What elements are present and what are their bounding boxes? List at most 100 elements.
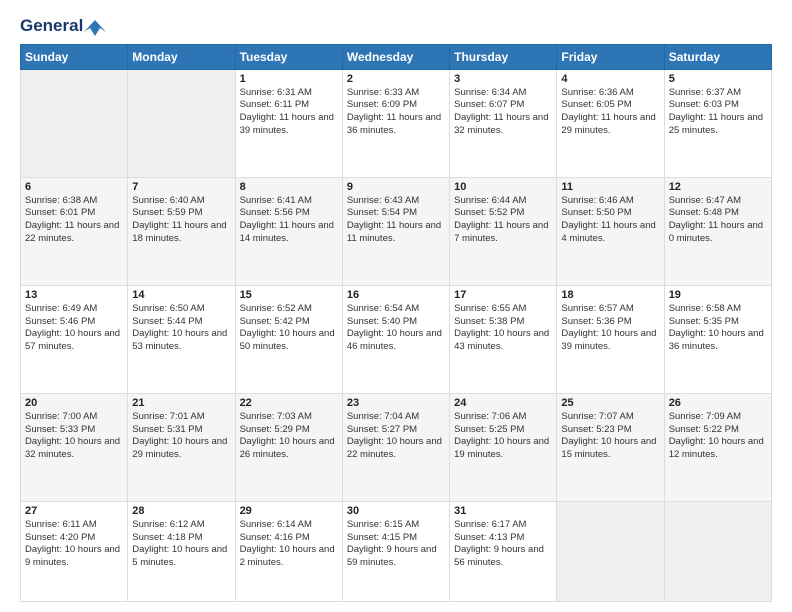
weekday-header-row: SundayMondayTuesdayWednesdayThursdayFrid… [21, 44, 772, 69]
day-number: 13 [25, 289, 123, 301]
logo-text: General [20, 16, 107, 36]
day-number: 8 [240, 181, 338, 193]
day-info: Sunrise: 6:17 AM Sunset: 4:13 PM Dayligh… [454, 519, 552, 570]
calendar-cell: 28 Sunrise: 6:12 AM Sunset: 4:18 PM Dayli… [128, 501, 235, 601]
weekday-header-tuesday: Tuesday [235, 44, 342, 69]
day-info: Sunrise: 7:07 AM Sunset: 5:23 PM Dayligh… [561, 411, 659, 462]
day-number: 23 [347, 397, 445, 409]
calendar-cell: 22 Sunrise: 7:03 AM Sunset: 5:29 PM Dayli… [235, 393, 342, 501]
calendar-cell: 25 Sunrise: 7:07 AM Sunset: 5:23 PM Dayli… [557, 393, 664, 501]
day-number: 4 [561, 73, 659, 85]
weekday-header-monday: Monday [128, 44, 235, 69]
day-number: 16 [347, 289, 445, 301]
day-info: Sunrise: 6:15 AM Sunset: 4:15 PM Dayligh… [347, 519, 445, 570]
day-info: Sunrise: 6:33 AM Sunset: 6:09 PM Dayligh… [347, 87, 445, 138]
day-number: 21 [132, 397, 230, 409]
day-info: Sunrise: 6:14 AM Sunset: 4:16 PM Dayligh… [240, 519, 338, 570]
day-info: Sunrise: 6:41 AM Sunset: 5:56 PM Dayligh… [240, 195, 338, 246]
day-number: 26 [669, 397, 767, 409]
calendar-cell: 3 Sunrise: 6:34 AM Sunset: 6:07 PM Daylig… [450, 69, 557, 177]
day-info: Sunrise: 6:47 AM Sunset: 5:48 PM Dayligh… [669, 195, 767, 246]
day-info: Sunrise: 6:12 AM Sunset: 4:18 PM Dayligh… [132, 519, 230, 570]
weekday-header-sunday: Sunday [21, 44, 128, 69]
calendar-cell: 31 Sunrise: 6:17 AM Sunset: 4:13 PM Dayli… [450, 501, 557, 601]
day-info: Sunrise: 6:31 AM Sunset: 6:11 PM Dayligh… [240, 87, 338, 138]
day-info: Sunrise: 7:01 AM Sunset: 5:31 PM Dayligh… [132, 411, 230, 462]
day-number: 1 [240, 73, 338, 85]
day-number: 22 [240, 397, 338, 409]
calendar-cell [557, 501, 664, 601]
day-number: 11 [561, 181, 659, 193]
day-number: 2 [347, 73, 445, 85]
calendar-cell: 4 Sunrise: 6:36 AM Sunset: 6:05 PM Daylig… [557, 69, 664, 177]
day-number: 24 [454, 397, 552, 409]
day-number: 19 [669, 289, 767, 301]
calendar-cell: 7Sunrise: 6:40 AM Sunset: 5:59 PM Daylig… [128, 177, 235, 285]
calendar-cell: 19Sunrise: 6:58 AM Sunset: 5:35 PM Dayli… [664, 285, 771, 393]
calendar-cell: 11 Sunrise: 6:46 AM Sunset: 5:50 PM Dayli… [557, 177, 664, 285]
weekday-header-wednesday: Wednesday [342, 44, 449, 69]
day-number: 5 [669, 73, 767, 85]
calendar-cell: 17 Sunrise: 6:55 AM Sunset: 5:38 PM Dayli… [450, 285, 557, 393]
day-number: 15 [240, 289, 338, 301]
day-info: Sunrise: 6:11 AM Sunset: 4:20 PM Dayligh… [25, 519, 123, 570]
calendar-cell: 8 Sunrise: 6:41 AM Sunset: 5:56 PM Daylig… [235, 177, 342, 285]
calendar-cell: 24 Sunrise: 7:06 AM Sunset: 5:25 PM Dayli… [450, 393, 557, 501]
day-info: Sunrise: 6:54 AM Sunset: 5:40 PM Dayligh… [347, 303, 445, 354]
day-number: 27 [25, 505, 123, 517]
calendar-table: SundayMondayTuesdayWednesdayThursdayFrid… [20, 44, 772, 602]
header: General [20, 16, 772, 34]
calendar-cell: 23 Sunrise: 7:04 AM Sunset: 5:27 PM Dayli… [342, 393, 449, 501]
calendar-cell [664, 501, 771, 601]
day-number: 17 [454, 289, 552, 301]
day-info: Sunrise: 6:57 AM Sunset: 5:36 PM Dayligh… [561, 303, 659, 354]
logo: General [20, 16, 107, 34]
calendar-cell: 5 Sunrise: 6:37 AM Sunset: 6:03 PM Daylig… [664, 69, 771, 177]
calendar-cell [21, 69, 128, 177]
calendar-cell: 20 Sunrise: 7:00 AM Sunset: 5:33 PM Dayli… [21, 393, 128, 501]
day-info: Sunrise: 7:09 AM Sunset: 5:22 PM Dayligh… [669, 411, 767, 462]
day-info: Sunrise: 7:00 AM Sunset: 5:33 PM Dayligh… [25, 411, 123, 462]
day-info: Sunrise: 7:06 AM Sunset: 5:25 PM Dayligh… [454, 411, 552, 462]
calendar-page: General SundayMondayTuesdayWednesdayThur… [0, 0, 792, 612]
weekday-header-thursday: Thursday [450, 44, 557, 69]
day-info: Sunrise: 6:49 AM Sunset: 5:46 PM Dayligh… [25, 303, 123, 354]
day-number: 28 [132, 505, 230, 517]
day-info: Sunrise: 6:43 AM Sunset: 5:54 PM Dayligh… [347, 195, 445, 246]
calendar-cell: 18 Sunrise: 6:57 AM Sunset: 5:36 PM Dayli… [557, 285, 664, 393]
day-number: 31 [454, 505, 552, 517]
day-number: 6 [25, 181, 123, 193]
calendar-cell [128, 69, 235, 177]
day-number: 10 [454, 181, 552, 193]
day-number: 29 [240, 505, 338, 517]
day-info: Sunrise: 6:36 AM Sunset: 6:05 PM Dayligh… [561, 87, 659, 138]
calendar-cell: 2 Sunrise: 6:33 AM Sunset: 6:09 PM Daylig… [342, 69, 449, 177]
calendar-cell: 27 Sunrise: 6:11 AM Sunset: 4:20 PM Dayli… [21, 501, 128, 601]
calendar-cell: 9Sunrise: 6:43 AM Sunset: 5:54 PM Daylig… [342, 177, 449, 285]
weekday-header-friday: Friday [557, 44, 664, 69]
day-info: Sunrise: 6:46 AM Sunset: 5:50 PM Dayligh… [561, 195, 659, 246]
calendar-cell: 30 Sunrise: 6:15 AM Sunset: 4:15 PM Dayli… [342, 501, 449, 601]
calendar-cell: 13 Sunrise: 6:49 AM Sunset: 5:46 PM Dayli… [21, 285, 128, 393]
calendar-cell: 6 Sunrise: 6:38 AM Sunset: 6:01 PM Daylig… [21, 177, 128, 285]
weekday-header-saturday: Saturday [664, 44, 771, 69]
day-info: Sunrise: 6:37 AM Sunset: 6:03 PM Dayligh… [669, 87, 767, 138]
day-info: Sunrise: 6:55 AM Sunset: 5:38 PM Dayligh… [454, 303, 552, 354]
calendar-cell: 16 Sunrise: 6:54 AM Sunset: 5:40 PM Dayli… [342, 285, 449, 393]
day-number: 20 [25, 397, 123, 409]
day-info: Sunrise: 7:04 AM Sunset: 5:27 PM Dayligh… [347, 411, 445, 462]
day-info: Sunrise: 6:44 AM Sunset: 5:52 PM Dayligh… [454, 195, 552, 246]
day-number: 25 [561, 397, 659, 409]
day-number: 14 [132, 289, 230, 301]
logo-bird-icon [84, 18, 106, 36]
day-number: 3 [454, 73, 552, 85]
calendar-cell: 26 Sunrise: 7:09 AM Sunset: 5:22 PM Dayli… [664, 393, 771, 501]
day-info: Sunrise: 6:34 AM Sunset: 6:07 PM Dayligh… [454, 87, 552, 138]
day-number: 18 [561, 289, 659, 301]
day-info: Sunrise: 6:38 AM Sunset: 6:01 PM Dayligh… [25, 195, 123, 246]
calendar-cell: 12Sunrise: 6:47 AM Sunset: 5:48 PM Dayli… [664, 177, 771, 285]
day-info: Sunrise: 6:52 AM Sunset: 5:42 PM Dayligh… [240, 303, 338, 354]
calendar-cell: 1 Sunrise: 6:31 AM Sunset: 6:11 PM Daylig… [235, 69, 342, 177]
day-number: 30 [347, 505, 445, 517]
day-info: Sunrise: 7:03 AM Sunset: 5:29 PM Dayligh… [240, 411, 338, 462]
